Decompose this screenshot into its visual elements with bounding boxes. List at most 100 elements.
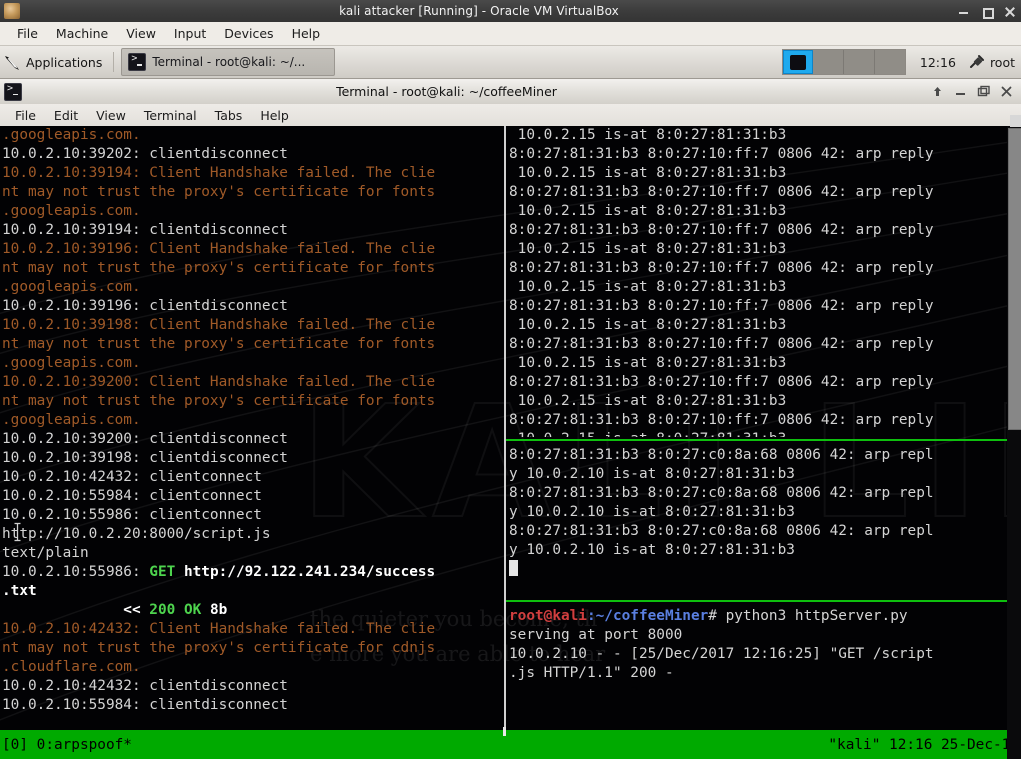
terminal-line: .googleapis.com. xyxy=(2,126,502,145)
terminal-icon xyxy=(4,83,22,101)
vbox-menu-file[interactable]: File xyxy=(8,24,47,43)
terminal-text: 200 OK xyxy=(149,602,201,618)
workspace-4[interactable] xyxy=(875,50,905,74)
vbox-menu-devices[interactable]: Devices xyxy=(215,24,282,43)
tmux-vertical-divider[interactable] xyxy=(504,126,506,730)
terminal-text: nt may not trust the proxy's certificate… xyxy=(2,640,435,656)
vbox-maximize-icon[interactable] xyxy=(981,6,992,17)
mitmproxy-log-pane[interactable]: .googleapis.com. 10.0.2.10:39202: clientd… xyxy=(2,126,502,730)
kali-dragon-icon xyxy=(4,54,21,71)
terminal-line: 10.0.2.10:55984: clientconnect xyxy=(2,487,502,506)
terminal-line: 10.0.2.10:55986: GET http://92.122.241.2… xyxy=(2,563,502,582)
terminal-text: nt may not trust the proxy's certificate… xyxy=(2,260,435,276)
terminal-line: 10.0.2.10:55986: clientconnect xyxy=(2,506,502,525)
workspace-switcher[interactable] xyxy=(782,49,906,75)
maximize-icon[interactable] xyxy=(977,85,990,98)
vbox-close-icon[interactable] xyxy=(1004,6,1015,17)
term-menu-help[interactable]: Help xyxy=(251,106,298,125)
terminal-line: 10.0.2.10 - - [25/Dec/2017 12:16:25] "GE… xyxy=(509,645,1007,664)
terminal-scrollbar[interactable] xyxy=(1007,126,1021,759)
term-menu-terminal[interactable]: Terminal xyxy=(135,106,206,125)
terminal-line: nt may not trust the proxy's certificate… xyxy=(2,392,502,411)
terminal-line: .googleapis.com. xyxy=(2,278,502,297)
vbox-menu-input[interactable]: Input xyxy=(165,24,215,43)
terminal-line: 8:0:27:81:31:b3 8:0:27:c0:8a:68 0806 42:… xyxy=(509,446,1007,465)
terminal-text: .cloudflare.com. xyxy=(2,659,141,675)
arpspoof-gateway-pane[interactable]: 8:0:27:81:31:b3 8:0:27:c0:8a:68 0806 42:… xyxy=(509,446,1007,598)
terminal-text: 10.0.2.10:42432: clientconnect xyxy=(2,469,262,485)
terminal-line: 10.0.2.10:39194: Client Handshake failed… xyxy=(2,164,502,183)
close-icon[interactable] xyxy=(1000,85,1013,98)
terminal-text: 10.0.2.10:39202: clientdisconnect xyxy=(2,146,288,162)
taskbar-item-label: Terminal - root@kali: ~/... xyxy=(152,55,305,69)
power-plug-icon[interactable] xyxy=(967,52,987,72)
terminal-text: 8:0:27:81:31:b3 8:0:27:10:ff:7 0806 42: … xyxy=(509,184,934,200)
terminal-text: 8:0:27:81:31:b3 8:0:27:c0:8a:68 0806 42:… xyxy=(509,485,934,501)
terminal-line: 8:0:27:81:31:b3 8:0:27:10:ff:7 0806 42: … xyxy=(509,373,1007,392)
terminal-text: # xyxy=(708,608,725,624)
terminal-text: 8:0:27:81:31:b3 8:0:27:c0:8a:68 0806 42:… xyxy=(509,447,934,463)
tmux-status-left: [0] 0:arpspoof* xyxy=(0,737,132,753)
shade-up-icon[interactable] xyxy=(931,85,944,98)
terminal-line: 8:0:27:81:31:b3 8:0:27:10:ff:7 0806 42: … xyxy=(509,221,1007,240)
terminal-line: 8:0:27:81:31:b3 8:0:27:c0:8a:68 0806 42:… xyxy=(509,484,1007,503)
terminal-text: root@kali xyxy=(509,608,587,624)
tmux-horizontal-divider-top[interactable] xyxy=(506,439,1007,441)
terminal-line: nt may not trust the proxy's certificate… xyxy=(2,639,502,658)
vbox-menu-view[interactable]: View xyxy=(117,24,165,43)
minimize-icon[interactable] xyxy=(954,85,967,98)
terminal-text: 10.0.2.15 is-at 8:0:27:81:31:b3 xyxy=(509,241,786,257)
arpspoof-victim-pane[interactable]: 10.0.2.15 is-at 8:0:27:81:31:b38:0:27:81… xyxy=(509,126,1007,437)
term-menu-file[interactable]: File xyxy=(6,106,45,125)
term-menu-edit[interactable]: Edit xyxy=(45,106,87,125)
terminal-text: 10.0.2.10:39200: clientdisconnect xyxy=(2,431,288,447)
virtualbox-titlebar: kali attacker [Running] - Oracle VM Virt… xyxy=(0,0,1021,22)
terminal-content-area[interactable]: KALI LINUX the quieter you become, th e … xyxy=(0,126,1021,759)
terminal-line: << 200 OK 8b xyxy=(2,601,502,620)
taskbar-item-terminal[interactable]: Terminal - root@kali: ~/... xyxy=(121,48,335,76)
terminal-text: .googleapis.com. xyxy=(2,203,141,219)
terminal-text: GET xyxy=(149,564,175,580)
kali-taskbar: Applications Terminal - root@kali: ~/...… xyxy=(0,46,1021,79)
terminal-icon xyxy=(128,53,146,71)
panel-clock[interactable]: 12:16 xyxy=(912,55,964,70)
terminal-text: text/plain xyxy=(2,545,89,561)
terminal-text: 8:0:27:81:31:b3 8:0:27:10:ff:7 0806 42: … xyxy=(509,412,934,428)
terminal-text: 10.0.2.15 is-at 8:0:27:81:31:b3 xyxy=(509,355,786,371)
workspace-1[interactable] xyxy=(783,50,813,74)
vbox-menu-machine[interactable]: Machine xyxy=(47,24,117,43)
terminal-scrollbar-thumb[interactable] xyxy=(1008,128,1021,430)
terminal-text: nt may not trust the proxy's certificate… xyxy=(2,393,435,409)
terminal-text: http://92.122.241.234/success xyxy=(184,564,435,580)
terminal-line: 10.0.2.15 is-at 8:0:27:81:31:b3 xyxy=(509,354,1007,373)
panel-user-label[interactable]: root xyxy=(990,55,1021,70)
terminal-text: nt may not trust the proxy's certificate… xyxy=(2,336,435,352)
tmux-status-right: "kali" 12:16 25-Dec-17 xyxy=(828,737,1021,753)
http-server-pane[interactable]: root@kali:~/coffeeMiner# python3 httpSer… xyxy=(509,607,1007,730)
terminal-line: 10.0.2.10:39200: clientdisconnect xyxy=(2,430,502,449)
terminal-text: .googleapis.com. xyxy=(2,127,141,143)
terminal-text: << xyxy=(123,602,140,618)
vbox-minimize-icon[interactable] xyxy=(958,6,969,17)
terminal-text: 10.0.2.10:39194: Client Handshake failed… xyxy=(2,165,435,181)
terminal-line: 10.0.2.10:42432: Client Handshake failed… xyxy=(2,620,502,639)
term-menu-tabs[interactable]: Tabs xyxy=(206,106,252,125)
terminal-text: 8:0:27:81:31:b3 8:0:27:10:ff:7 0806 42: … xyxy=(509,336,934,352)
terminal-text: 10.0.2.15 is-at 8:0:27:81:31:b3 xyxy=(509,279,786,295)
terminal-line: .googleapis.com. xyxy=(2,354,502,373)
workspace-2[interactable] xyxy=(813,50,844,74)
terminal-text: y 10.0.2.10 is-at 8:0:27:81:31:b3 xyxy=(509,466,795,482)
workspace-3[interactable] xyxy=(844,50,875,74)
terminal-line: 10.0.2.15 is-at 8:0:27:81:31:b3 xyxy=(509,240,1007,259)
applications-menu-button[interactable]: Applications xyxy=(0,47,110,77)
vbox-menu-help[interactable]: Help xyxy=(283,24,330,43)
scrollbar-up-arrow[interactable] xyxy=(1010,115,1021,127)
virtualbox-menubar: File Machine View Input Devices Help xyxy=(0,22,1021,46)
term-menu-view[interactable]: View xyxy=(87,106,135,125)
terminal-text: 10.0.2.10:55986: xyxy=(2,564,149,580)
terminal-line: 10.0.2.10:42432: clientdisconnect xyxy=(2,677,502,696)
terminal-line: 10.0.2.10:42432: clientconnect xyxy=(2,468,502,487)
terminal-text: .js HTTP/1.1" 200 - xyxy=(509,665,674,681)
terminal-text: python3 httpServer.py xyxy=(726,608,908,624)
tmux-horizontal-divider-bottom[interactable] xyxy=(506,600,1007,602)
